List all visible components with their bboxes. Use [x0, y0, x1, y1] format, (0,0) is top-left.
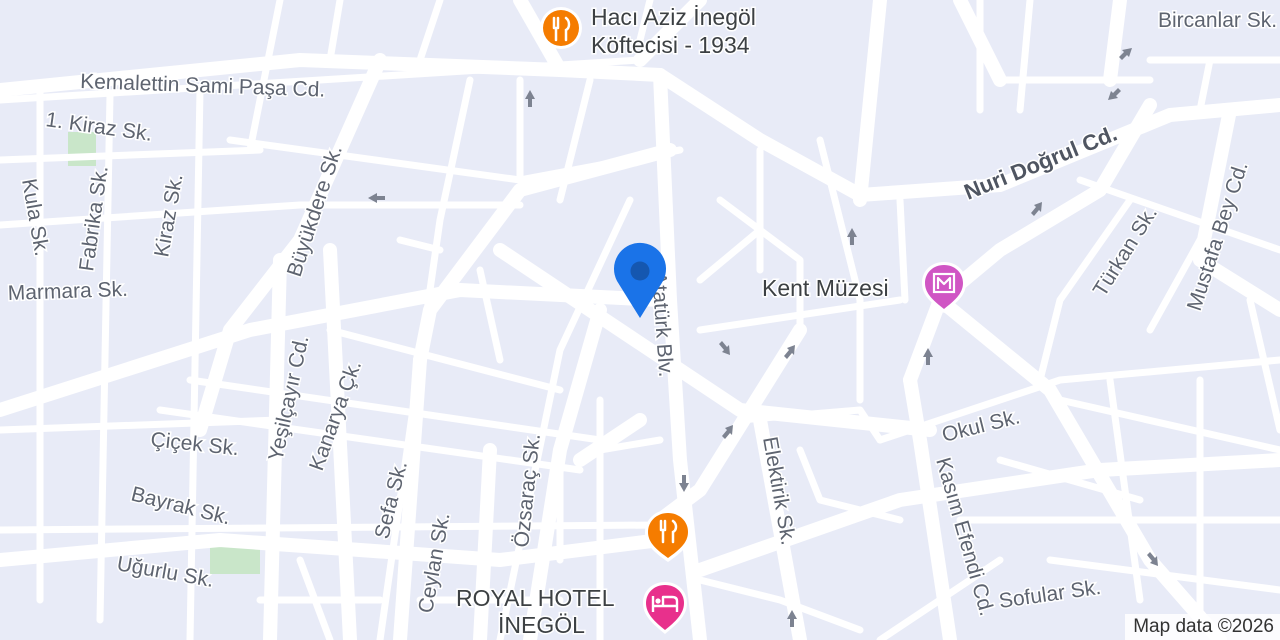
poi-royal-hotel-line1: ROYAL HOTEL [456, 585, 615, 611]
map-attribution: Map data ©2026 [1125, 614, 1280, 640]
street-label-marmara: Marmara Sk. [7, 278, 128, 305]
poi-haci-aziz-line1: Hacı Aziz İnegöl [591, 4, 756, 30]
poi-haci-aziz-line2: Köftecisi - 1934 [591, 32, 750, 58]
poi-kent-muzesi-label: Kent Müzesi [762, 275, 889, 301]
poi-royal-hotel-line2: İNEGÖL [498, 612, 585, 638]
map-canvas[interactable]: Kemalettin Sami Paşa Cd. Bircanlar Sk. 1… [0, 0, 1280, 640]
street-label-bircanlar: Bircanlar Sk. [1158, 9, 1277, 32]
restaurant-icon [540, 7, 582, 49]
